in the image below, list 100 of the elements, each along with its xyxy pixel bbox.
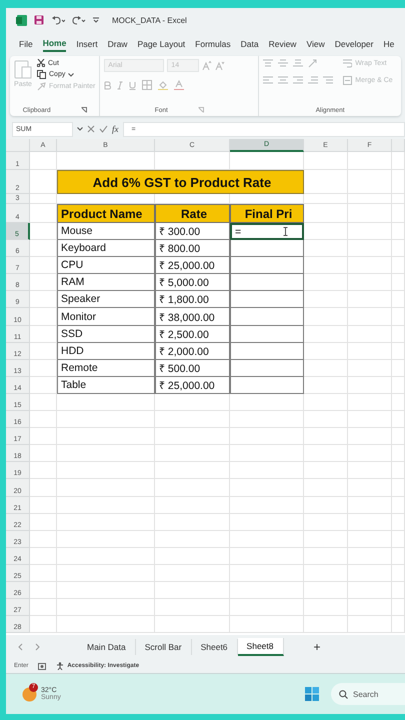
grid-cell[interactable]	[304, 582, 348, 600]
grid-cell[interactable]	[230, 599, 304, 616]
grid-cell[interactable]	[30, 530, 57, 548]
grid-cell[interactable]	[304, 223, 348, 240]
grid-cell[interactable]	[348, 274, 392, 292]
grid-cell[interactable]	[30, 582, 57, 600]
grid-cell[interactable]	[155, 496, 230, 514]
shrink-font-icon[interactable]	[215, 61, 226, 70]
grid-cell[interactable]	[348, 479, 392, 496]
grid-cell[interactable]	[155, 411, 230, 428]
grid-cell[interactable]	[304, 274, 348, 292]
grid-cell[interactable]	[348, 152, 392, 170]
dialog-launcher-icon[interactable]	[198, 107, 204, 113]
grid-cell[interactable]	[155, 564, 230, 582]
grid-cell[interactable]	[392, 530, 405, 548]
grid-cell[interactable]	[57, 479, 155, 496]
grid-cell[interactable]	[304, 152, 348, 170]
grid-cell[interactable]	[230, 548, 304, 565]
grid-cell[interactable]	[57, 411, 155, 428]
grid-cell[interactable]	[304, 342, 348, 360]
grid-cell[interactable]	[57, 564, 155, 582]
grid-cell[interactable]	[30, 394, 57, 412]
grid-cell[interactable]	[155, 548, 230, 565]
grid-cell[interactable]	[30, 428, 57, 446]
grid-cell[interactable]	[392, 223, 405, 240]
grid-cell[interactable]	[230, 564, 304, 582]
grid-cell[interactable]	[348, 342, 392, 360]
menu-tab[interactable]: File	[19, 37, 33, 51]
grid-cell[interactable]	[348, 530, 392, 548]
menu-tab[interactable]: Review	[268, 37, 296, 51]
grid-cell[interactable]	[30, 479, 57, 496]
grid-cell[interactable]	[392, 428, 405, 446]
next-sheet-icon[interactable]	[35, 643, 40, 651]
grid-cell[interactable]	[392, 411, 405, 428]
grid-cell[interactable]	[30, 496, 57, 514]
grid-cell[interactable]	[30, 445, 57, 462]
grid-cell[interactable]	[155, 462, 230, 480]
menu-tab[interactable]: View	[306, 37, 325, 51]
undo-icon[interactable]	[51, 15, 65, 25]
grid-cell[interactable]	[30, 616, 57, 634]
grid-cell[interactable]	[348, 428, 392, 446]
menu-tab[interactable]: Insert	[76, 37, 98, 51]
align-center-icon[interactable]	[278, 76, 288, 85]
menu-tab[interactable]: Developer	[334, 37, 374, 51]
grid-cell[interactable]	[230, 462, 304, 480]
bold-icon[interactable]	[104, 80, 112, 90]
grid-cell[interactable]	[348, 291, 392, 308]
grid-cell[interactable]	[304, 616, 348, 634]
grid-cell[interactable]	[392, 204, 405, 223]
grid-cell[interactable]	[304, 360, 348, 377]
sheet-tab[interactable]: Scroll Bar	[136, 639, 192, 655]
grid-cell[interactable]	[392, 496, 405, 514]
grid-cell[interactable]	[57, 530, 155, 548]
grid-cell[interactable]	[155, 599, 230, 616]
grid-cell[interactable]	[155, 582, 230, 600]
orientation-icon[interactable]	[308, 59, 318, 68]
grid-cell[interactable]	[230, 479, 304, 496]
grid-cell[interactable]	[30, 548, 57, 565]
grid-cell[interactable]	[348, 582, 392, 600]
grid-cell[interactable]	[392, 479, 405, 496]
grid-cell[interactable]	[155, 445, 230, 462]
cancel-icon[interactable]	[87, 125, 95, 133]
add-sheet-button[interactable]: +	[314, 640, 321, 654]
caret-icon[interactable]	[77, 127, 83, 131]
grid-cell[interactable]	[230, 445, 304, 462]
table-cell[interactable]: =	[230, 223, 304, 240]
grid-cell[interactable]	[392, 394, 405, 412]
grid-cell[interactable]	[348, 496, 392, 514]
sheet-tab[interactable]: Main Data	[78, 639, 136, 655]
grid-cell[interactable]	[304, 394, 348, 412]
grid-cell[interactable]	[304, 204, 348, 223]
grid-cell[interactable]	[392, 194, 405, 204]
grid-cell[interactable]	[304, 445, 348, 462]
grid-cell[interactable]	[392, 514, 405, 531]
align-left-icon[interactable]	[263, 76, 274, 85]
grid-cell[interactable]	[348, 194, 392, 204]
grid-cell[interactable]	[30, 152, 57, 170]
previous-sheet-icon[interactable]	[18, 643, 23, 651]
select-all-button[interactable]	[6, 139, 30, 152]
grid-cell[interactable]	[155, 394, 230, 412]
grid-cell[interactable]	[230, 496, 304, 514]
grid-cell[interactable]	[348, 462, 392, 480]
grid-cell[interactable]	[155, 479, 230, 496]
grid-cell[interactable]	[30, 564, 57, 582]
grid-cell[interactable]	[304, 599, 348, 616]
insert-function-button[interactable]: fx	[112, 124, 118, 134]
grid-cell[interactable]	[304, 411, 348, 428]
grid-cell[interactable]	[30, 360, 57, 377]
grid-cell[interactable]	[304, 530, 348, 548]
grid-cell[interactable]	[392, 170, 405, 194]
macro-record-icon[interactable]	[38, 662, 46, 670]
grid-cell[interactable]	[392, 291, 405, 308]
grid-cell[interactable]	[155, 514, 230, 531]
grid-cell[interactable]	[304, 194, 348, 204]
grid-cell[interactable]	[392, 462, 405, 480]
grid-cell[interactable]	[392, 599, 405, 616]
grid-cell[interactable]	[348, 411, 392, 428]
grid-cell[interactable]	[304, 548, 348, 565]
grid-cell[interactable]	[304, 308, 348, 326]
dialog-launcher-icon[interactable]	[80, 107, 87, 113]
